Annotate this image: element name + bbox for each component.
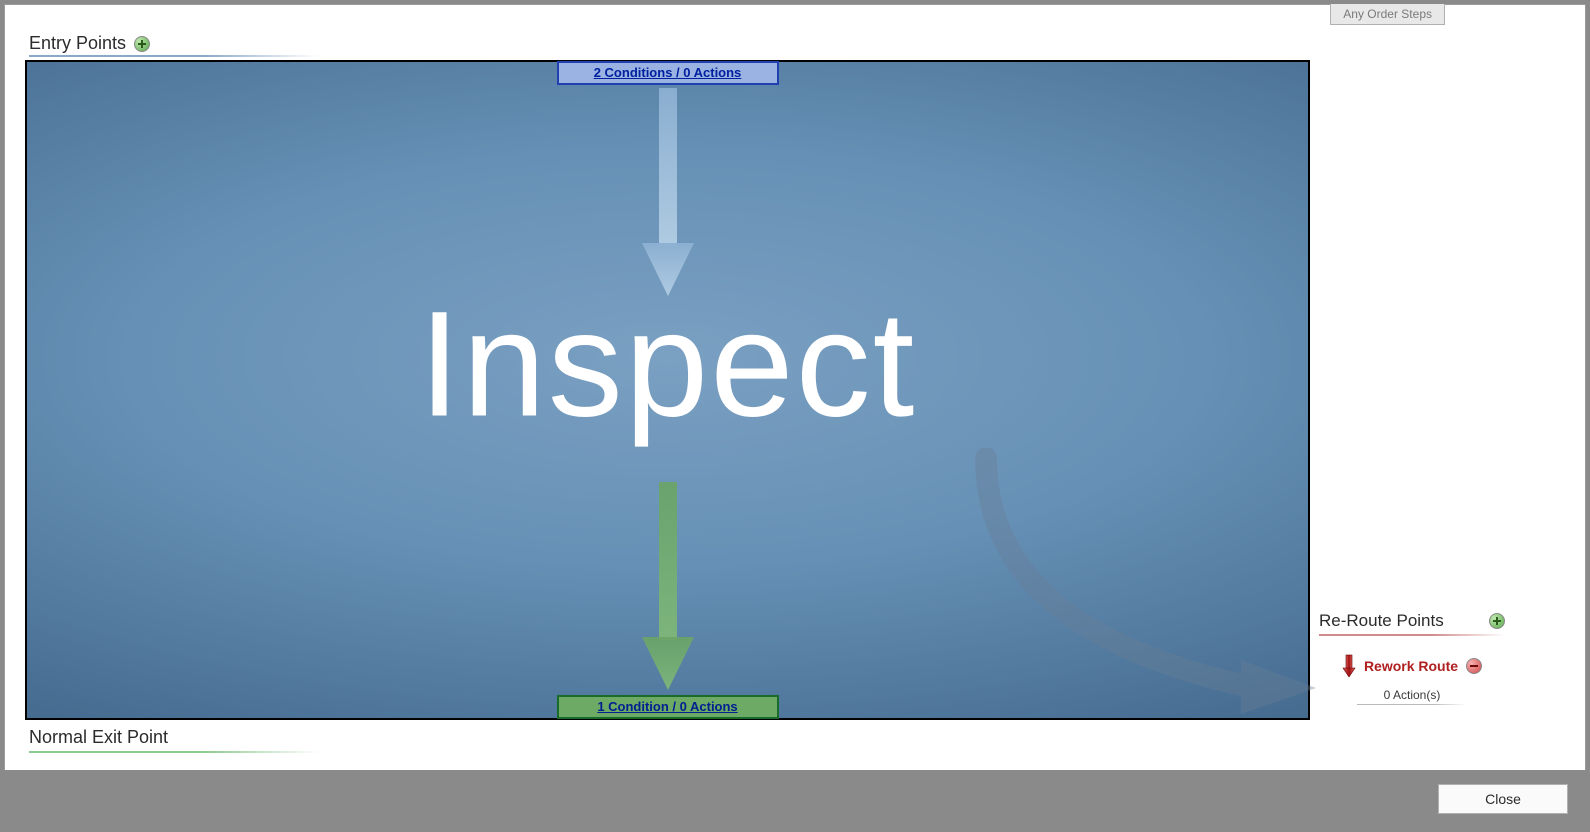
arrow-down-exit-icon xyxy=(638,482,698,692)
entry-points-underline xyxy=(29,55,319,57)
entry-points-header: Entry Points xyxy=(29,33,150,54)
exit-conditions-badge[interactable]: 1 Condition / 0 Actions xyxy=(557,695,779,719)
exit-point-underline xyxy=(29,751,319,753)
reroute-item-label: Rework Route xyxy=(1364,658,1458,674)
reroute-actions-link[interactable]: 0 Action(s) xyxy=(1319,688,1505,702)
reroute-item[interactable]: Rework Route xyxy=(1319,654,1505,678)
add-entry-point-button[interactable] xyxy=(134,36,150,52)
reroute-actions-underline xyxy=(1357,704,1467,705)
reroute-header-label: Re-Route Points xyxy=(1319,611,1444,631)
reroute-arrow-icon xyxy=(926,448,1326,728)
reroute-header: Re-Route Points xyxy=(1319,611,1505,631)
tab-any-order-steps[interactable]: Any Order Steps xyxy=(1330,4,1445,25)
node-title: Inspect xyxy=(419,277,917,450)
dialog-frame: Any Order Steps Entry Points 2 Condition… xyxy=(4,4,1586,828)
remove-reroute-button[interactable] xyxy=(1466,658,1482,674)
red-down-arrow-icon xyxy=(1342,654,1356,678)
tab-bar: Any Order Steps xyxy=(1330,4,1445,25)
arrow-down-icon xyxy=(638,88,698,298)
entry-points-label: Entry Points xyxy=(29,33,126,54)
status-bar: Close xyxy=(0,770,1590,832)
reroute-underline xyxy=(1319,634,1505,636)
close-button[interactable]: Close xyxy=(1438,784,1568,814)
workflow-canvas[interactable]: 2 Conditions / 0 Actions Inspect xyxy=(25,60,1310,720)
reroute-panel: Re-Route Points Rework Route 0 Action(s) xyxy=(1319,611,1505,705)
entry-conditions-badge[interactable]: 2 Conditions / 0 Actions xyxy=(557,61,779,85)
exit-point-header: Normal Exit Point xyxy=(29,727,168,748)
exit-point-label: Normal Exit Point xyxy=(29,727,168,747)
add-reroute-button[interactable] xyxy=(1489,613,1505,629)
